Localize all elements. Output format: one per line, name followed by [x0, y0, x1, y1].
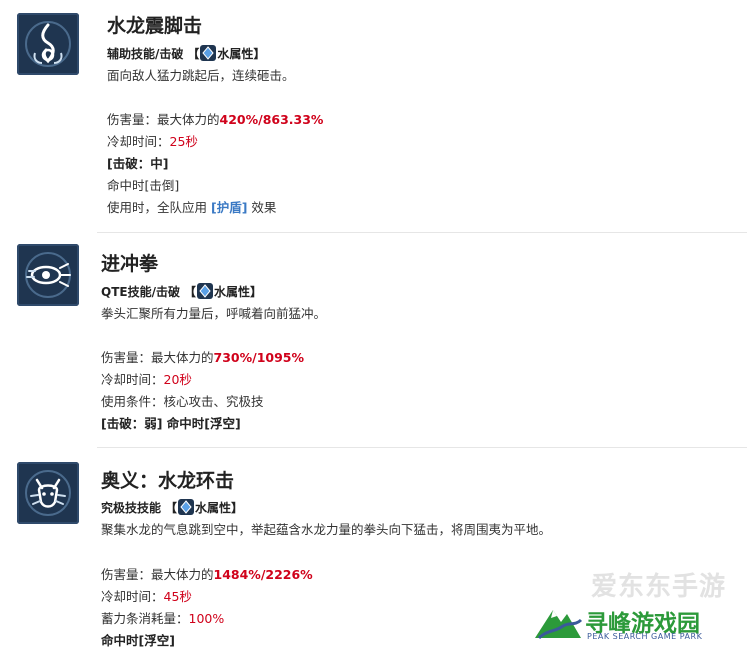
cooldown-label: 冷却时间： [107, 134, 170, 149]
attribute-label: 水属性 [195, 501, 232, 515]
skill-category: QTE技能/击破 [101, 285, 180, 299]
attr-bracket-close: 】 [231, 501, 244, 515]
attribute-label: 水属性 [217, 47, 254, 61]
cooldown-line: 冷却时间：20秒 [101, 371, 192, 389]
hit-effect: 命中时[浮空] [101, 633, 175, 648]
skill-description: 面向敌人猛力跳起后，连续砸击。 [107, 68, 295, 83]
skill-category-line: 辅助技能/击破 【 水属性】 [107, 45, 265, 63]
damage-label: 伤害量：最大体力的 [101, 350, 214, 365]
water-attribute-icon [178, 499, 195, 515]
break-hit-effect: [击破：弱] 命中时[浮空] [101, 416, 241, 431]
damage-line: 伤害量：最大体力的1484%/2226% [101, 566, 313, 584]
cooldown-value: 25秒 [169, 134, 198, 149]
watermark-faint-text: 爱东东手游 [591, 572, 727, 602]
damage-line: 伤害量：最大体力的420%/863.33% [107, 111, 323, 129]
damage-value: 730%/1095% [213, 350, 305, 365]
use-effect-suffix: 效果 [247, 200, 277, 215]
attribute-label: 水属性 [213, 285, 250, 299]
energy-label: 蓄力条消耗量： [101, 611, 189, 626]
water-attribute-icon [200, 45, 217, 61]
water-attribute-icon [196, 283, 213, 299]
use-condition: 使用条件：核心攻击、究极技 [101, 394, 264, 409]
watermark-sub-text: PEAK SEARCH GAME PARK [587, 632, 703, 641]
skill-description: 聚集水龙的气息跳到空中，举起蕴含水龙力量的拳头向下猛击，将周围夷为平地。 [101, 522, 552, 537]
cooldown-line: 冷却时间：45秒 [101, 588, 192, 606]
energy-value: 100% [188, 611, 225, 626]
skill-title: 奥义：水龙环击 [101, 470, 235, 492]
hit-effect: 命中时[击倒] [107, 178, 180, 193]
mountain-logo-icon [535, 610, 583, 640]
use-effect-prefix: 使用时，全队应用 [107, 200, 211, 215]
cooldown-label: 冷却时间： [101, 589, 164, 604]
skill-title: 水龙震脚击 [107, 15, 203, 37]
attr-bracket-close: 】 [253, 47, 266, 61]
fist-rush-icon [17, 244, 79, 306]
cooldown-line: 冷却时间：25秒 [107, 133, 198, 151]
skill-category: 究极技技能 [101, 501, 162, 515]
damage-value: 1484%/2226% [213, 567, 313, 582]
attr-bracket-open: 【 [183, 285, 196, 299]
shield-link[interactable]: [护盾] [211, 200, 247, 215]
skill-category-line: QTE技能/击破 【 水属性】 [101, 283, 262, 301]
skill-title: 进冲拳 [101, 253, 159, 275]
damage-line: 伤害量：最大体力的730%/1095% [101, 349, 304, 367]
attr-bracket-open: 【 [187, 47, 200, 61]
dragon-head-icon [17, 462, 79, 524]
skill-description: 拳头汇聚所有力量后，呼喊着向前猛冲。 [101, 306, 327, 321]
damage-value: 420%/863.33% [219, 112, 324, 127]
water-swirl-icon [17, 13, 79, 75]
cooldown-label: 冷却时间： [101, 372, 164, 387]
energy-line: 蓄力条消耗量：100% [101, 610, 224, 628]
break-level: [击破：中] [107, 156, 169, 171]
skill-category: 辅助技能/击破 [107, 47, 184, 61]
damage-label: 伤害量：最大体力的 [107, 112, 220, 127]
watermark: 爱东东手游 寻峰游戏园 PEAK SEARCH GAME PARK [533, 566, 733, 644]
attr-bracket-close: 】 [249, 285, 262, 299]
skill-category-line: 究极技技能 【 水属性】 [101, 499, 243, 517]
attr-bracket-open: 【 [165, 501, 178, 515]
divider-2 [97, 447, 747, 448]
cooldown-value: 20秒 [163, 372, 192, 387]
divider-1 [97, 232, 747, 233]
damage-label: 伤害量：最大体力的 [101, 567, 214, 582]
use-effect-line: 使用时，全队应用 [护盾] 效果 [107, 199, 276, 217]
cooldown-value: 45秒 [163, 589, 192, 604]
